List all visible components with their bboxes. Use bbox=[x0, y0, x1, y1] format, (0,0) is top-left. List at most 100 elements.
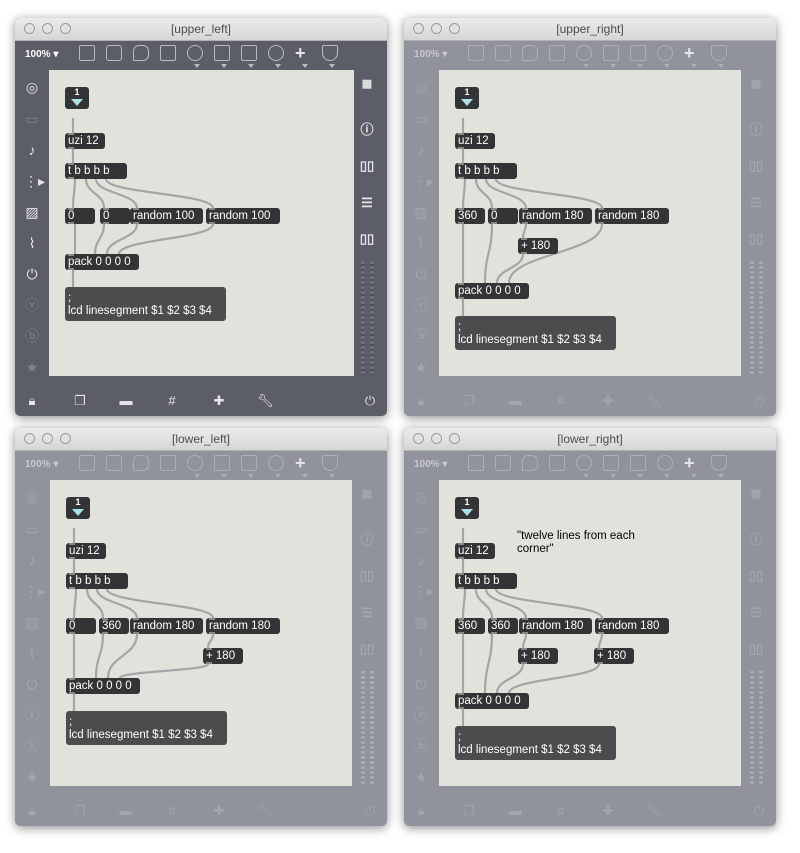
paperclip-icon[interactable]: ⌇ bbox=[413, 645, 429, 661]
dial-icon[interactable] bbox=[268, 45, 284, 61]
add-object-icon[interactable]: ✚ bbox=[211, 804, 227, 818]
add-object-icon[interactable]: ✚ bbox=[600, 804, 616, 818]
inlet-object[interactable]: 1 bbox=[65, 87, 89, 109]
message-box[interactable]: ; lcd linesegment $1 $2 $3 $4 bbox=[455, 316, 616, 350]
plug-icon[interactable]: ⏻ bbox=[24, 266, 40, 282]
add-icon[interactable]: + bbox=[684, 44, 700, 62]
random-object-a[interactable]: random 180 bbox=[519, 208, 592, 224]
image-icon[interactable]: ▨ bbox=[413, 614, 429, 630]
presentation-mode-icon[interactable]: ▬ bbox=[507, 804, 523, 818]
reference-icon[interactable]: ▯▯ bbox=[358, 231, 376, 247]
image-icon[interactable]: ▨ bbox=[413, 204, 429, 220]
number-box-b[interactable]: 360 bbox=[488, 618, 518, 634]
number-box-a[interactable]: 360 bbox=[455, 208, 485, 224]
button-icon[interactable] bbox=[576, 455, 592, 471]
window-upper-left[interactable]: [upper_left] 100% ▾ + ◎ ▭ ♪ ⋮▸ ▨ ⌇ ⏻ ⓥ ⓑ… bbox=[15, 18, 387, 416]
windows-icon[interactable]: ❐ bbox=[461, 804, 477, 818]
patcher-canvas[interactable]: 1 uzi 12 t b b b b 360 0 random 180 random 180… bbox=[439, 70, 741, 376]
dial-icon[interactable] bbox=[657, 455, 673, 471]
b-icon[interactable]: ⓑ bbox=[413, 738, 429, 754]
inlet-object[interactable]: 1 bbox=[455, 497, 479, 519]
paint-bucket-icon[interactable] bbox=[322, 455, 338, 471]
plug-icon[interactable]: ⏻ bbox=[413, 676, 429, 692]
list-icon[interactable]: ☰ bbox=[747, 605, 765, 621]
window-lower-right[interactable]: [lower_right] 100% ▾ + ◎ ▭ ♪ ⋮▸ ▨ ⌇ ⏻ ⓥ … bbox=[404, 428, 776, 826]
image-icon[interactable]: ▨ bbox=[24, 204, 40, 220]
music-note-icon[interactable]: ♪ bbox=[413, 552, 429, 568]
presentation-icon[interactable] bbox=[79, 45, 95, 61]
message-box[interactable]: ; lcd linesegment $1 $2 $3 $4 bbox=[66, 711, 227, 745]
pack-object[interactable]: pack 0 0 0 0 bbox=[65, 254, 139, 270]
uzi-object[interactable]: uzi 12 bbox=[66, 543, 106, 559]
star-icon[interactable]: ★ bbox=[24, 769, 40, 785]
lock-icon[interactable]: 🔒︎ bbox=[413, 394, 429, 408]
message-icon[interactable] bbox=[549, 45, 565, 61]
b-icon[interactable]: ⓑ bbox=[24, 328, 40, 344]
uzi-object[interactable]: uzi 12 bbox=[455, 133, 495, 149]
v-icon[interactable]: ⓥ bbox=[24, 297, 40, 313]
media-icon[interactable]: ⋮▸ bbox=[413, 583, 434, 599]
info-icon[interactable]: ⓘ bbox=[358, 532, 376, 548]
grid-toggle-icon[interactable]: # bbox=[164, 394, 180, 408]
add-icon[interactable]: + bbox=[295, 44, 311, 62]
media-icon[interactable]: ⋮▸ bbox=[24, 583, 45, 599]
lock-icon[interactable]: 🔒︎ bbox=[24, 804, 40, 818]
slider-icon[interactable] bbox=[630, 45, 646, 61]
trigger-object[interactable]: t b b b b bbox=[455, 573, 517, 589]
grid-icon[interactable]: ▦ bbox=[358, 486, 376, 502]
number-box-a[interactable]: 0 bbox=[66, 618, 96, 634]
grid-toggle-icon[interactable]: # bbox=[164, 804, 180, 818]
star-icon[interactable]: ★ bbox=[24, 359, 40, 375]
random-object-a[interactable]: random 180 bbox=[519, 618, 592, 634]
paint-bucket-icon[interactable] bbox=[711, 455, 727, 471]
star-icon[interactable]: ★ bbox=[413, 359, 429, 375]
reference-icon[interactable]: ▯▯ bbox=[747, 641, 765, 657]
lock-icon[interactable]: 🔒︎ bbox=[24, 394, 40, 408]
wrench-icon[interactable]: 🔧︎ bbox=[257, 804, 274, 818]
message-icon[interactable] bbox=[160, 45, 176, 61]
grid-icon[interactable]: ▦ bbox=[747, 76, 765, 92]
presentation-icon[interactable] bbox=[468, 45, 484, 61]
add-object-icon[interactable]: ✚ bbox=[211, 394, 227, 408]
dial-icon[interactable] bbox=[657, 45, 673, 61]
windows-icon[interactable]: ❐ bbox=[72, 804, 88, 818]
grid-icon[interactable]: ▦ bbox=[358, 76, 376, 92]
toggle-icon[interactable] bbox=[214, 455, 230, 471]
paperclip-icon[interactable]: ⌇ bbox=[24, 235, 40, 251]
list-icon[interactable]: ☰ bbox=[358, 605, 376, 621]
wrench-icon[interactable]: 🔧︎ bbox=[646, 804, 663, 818]
plus-object-b[interactable]: + 180 bbox=[203, 648, 243, 664]
reference-icon[interactable]: ▯▯ bbox=[358, 641, 376, 657]
zoom-menu[interactable]: 100% ▾ bbox=[25, 49, 58, 60]
comment-icon[interactable] bbox=[133, 45, 149, 61]
zoom-menu[interactable]: 100% ▾ bbox=[414, 459, 447, 470]
music-note-icon[interactable]: ♪ bbox=[24, 142, 40, 158]
list-icon[interactable]: ☰ bbox=[747, 195, 765, 211]
window-icon[interactable]: ▭ bbox=[413, 521, 429, 537]
presentation-icon[interactable] bbox=[468, 455, 484, 471]
window-icon[interactable]: ▭ bbox=[413, 111, 429, 127]
plus-object-a[interactable]: + 180 bbox=[518, 648, 558, 664]
info-icon[interactable]: ⓘ bbox=[747, 532, 765, 548]
zoom-menu[interactable]: 100% ▾ bbox=[25, 459, 58, 470]
paint-bucket-icon[interactable] bbox=[711, 45, 727, 61]
presentation-mode-icon[interactable]: ▬ bbox=[118, 804, 134, 818]
plug-icon[interactable]: ⏻ bbox=[24, 676, 40, 692]
button-icon[interactable] bbox=[187, 455, 203, 471]
number-box-b[interactable]: 0 bbox=[100, 208, 130, 224]
book-icon[interactable]: ▯▯ bbox=[747, 158, 765, 174]
title-bar[interactable]: [upper_left] bbox=[15, 18, 387, 41]
message-icon[interactable] bbox=[549, 455, 565, 471]
patcher-canvas[interactable]: 1 uzi 12 t b b b b 0 360 random 180 random 180… bbox=[50, 480, 352, 786]
plus-object-a[interactable]: + 180 bbox=[518, 238, 558, 254]
reference-icon[interactable]: ▯▯ bbox=[747, 231, 765, 247]
media-icon[interactable]: ⋮▸ bbox=[413, 173, 434, 189]
number-box-a[interactable]: 0 bbox=[65, 208, 95, 224]
bpatcher-icon[interactable] bbox=[495, 455, 511, 471]
random-object-b[interactable]: random 100 bbox=[206, 208, 280, 224]
bpatcher-icon[interactable] bbox=[106, 45, 122, 61]
random-object-b[interactable]: random 180 bbox=[595, 618, 669, 634]
add-icon[interactable]: + bbox=[295, 454, 311, 472]
comment-icon[interactable] bbox=[522, 455, 538, 471]
power-icon[interactable]: ⏻ bbox=[362, 394, 378, 408]
